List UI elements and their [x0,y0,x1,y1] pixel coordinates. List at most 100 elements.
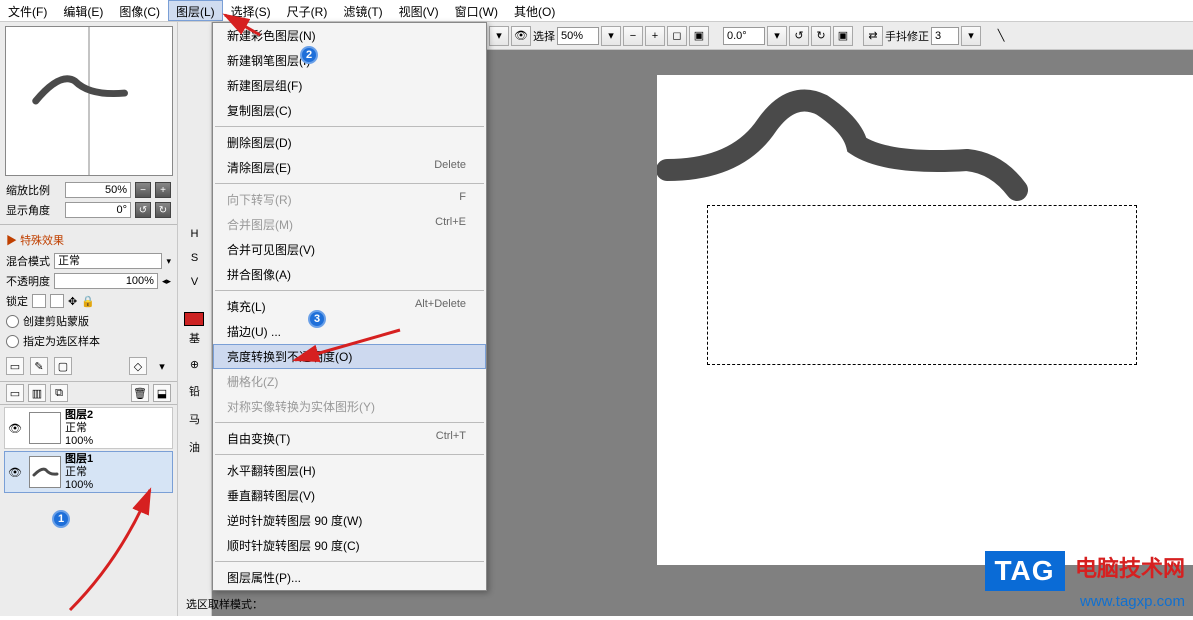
menu-edit[interactable]: 编辑(E) [55,0,111,21]
lock-all-icon[interactable]: 🔒 [81,295,95,308]
badge-2: 2 [300,46,318,64]
zoom-minus-btn[interactable]: − [135,182,151,198]
hsv-h: H [178,222,211,246]
new-layer-icon[interactable]: ▭ [6,357,24,375]
hsv-v: V [178,270,211,294]
annotation-arrow [130,0,270,40]
badge-3: 3 [308,310,326,328]
mid-label-oil: 油 [178,433,211,461]
layer-dup-icon[interactable]: ⧉ [50,384,68,402]
separator [215,561,484,562]
stabilizer-input[interactable] [931,27,959,45]
angle-value[interactable]: 0° [65,202,131,218]
layer-merge-icon[interactable]: ⬓ [153,384,171,402]
zoom-minus[interactable]: − [623,26,643,46]
watermark-url: www.tagxp.com [985,593,1186,610]
menu-other[interactable]: 其他(O) [506,0,563,21]
zoom-ratio-value[interactable]: 50% [65,182,131,198]
mask-icon[interactable]: ▢ [54,357,72,375]
selection-sample-radio[interactable] [6,335,19,348]
foreground-color-swatch[interactable] [184,312,204,326]
lock-transparency-icon[interactable] [32,294,46,308]
select-label: 选择 [533,28,555,44]
zoom-reset[interactable]: ▣ [689,26,709,46]
clip-mask-radio[interactable] [6,315,19,328]
menu-clear-layer[interactable]: 清除图层(E)Delete [213,155,486,180]
lock-pixels-icon[interactable] [50,294,64,308]
menu-new-pen-layer[interactable]: 新建钢笔图层(I) [213,48,486,73]
layer-thumbnail [29,456,61,488]
rotate-ccw-icon[interactable]: ↺ [789,26,809,46]
opacity-value[interactable]: 100% [54,273,158,289]
brush-stroke [657,75,1057,215]
effects-collapser[interactable]: ▶ 特殊效果 [0,229,177,251]
rotate-reset[interactable]: ▣ [833,26,853,46]
annotation-arrow [60,480,200,620]
menu-view[interactable]: 视图(V) [391,0,447,21]
angle-input[interactable] [723,27,765,45]
menu-flatten[interactable]: 拼合图像(A) [213,262,486,287]
visibility-icon[interactable]: 👁 [5,422,25,435]
menu-new-layer-group[interactable]: 新建图层组(F) [213,73,486,98]
menu-flip-v[interactable]: 垂直翻转图层(V) [213,483,486,508]
stabilizer-drop[interactable]: ▾ [961,26,981,46]
menu-merge-visible[interactable]: 合并可见图层(V) [213,237,486,262]
menu-window[interactable]: 窗口(W) [447,0,506,21]
zoom-fit[interactable]: ◻ [667,26,687,46]
menu-free-transform[interactable]: 自由变换(T)Ctrl+T [213,426,486,451]
flip-icon[interactable]: ⇄ [863,26,883,46]
menu-icon[interactable]: ▾ [153,357,171,375]
separator [215,290,484,291]
mid-label-move[interactable]: ⊕ [178,352,211,377]
rotate-cw-icon[interactable]: ↻ [811,26,831,46]
transform-icon[interactable]: ◇ [129,357,147,375]
visibility-icon[interactable]: 👁 [5,466,25,479]
layer-delete-icon[interactable]: 🗑 [131,384,149,402]
zoom-plus[interactable]: + [645,26,665,46]
clip-mask-label: 创建剪贴蒙版 [23,313,89,329]
layer-thumbnail [29,412,61,444]
layer-group-icon[interactable]: ▥ [28,384,46,402]
line-tool-icon[interactable]: ╲ [991,26,1011,46]
layer-new-icon[interactable]: ▭ [6,384,24,402]
menu-merge-layer: 合并图层(M)Ctrl+E [213,212,486,237]
layer-item[interactable]: 👁 图层2 正常 100% [4,407,173,449]
angle-drop[interactable]: ▾ [767,26,787,46]
menu-flip-h[interactable]: 水平翻转图层(H) [213,458,486,483]
menu-rasterize: 栅格化(Z) [213,369,486,394]
selection-marquee [707,205,1137,365]
separator [215,183,484,184]
watermark-tag: TAG [985,551,1065,591]
menu-duplicate-layer[interactable]: 复制图层(C) [213,98,486,123]
separator [215,126,484,127]
watermark: TAG 电脑技术网 www.tagxp.com [985,551,1186,610]
angle-ccw-btn[interactable]: ↺ [135,202,151,218]
eye-icon[interactable]: 👁 [511,26,531,46]
angle-cw-btn[interactable]: ↻ [155,202,171,218]
menu-rotate-cw-90[interactable]: 顺时针旋转图层 90 度(C) [213,533,486,558]
zoom-plus-btn[interactable]: + [155,182,171,198]
zoom-input[interactable] [557,27,599,45]
menu-delete-layer[interactable]: 删除图层(D) [213,130,486,155]
separator [215,454,484,455]
layer-name: 图层2 [65,409,93,422]
canvas[interactable] [657,75,1193,565]
menu-rotate-ccw-90[interactable]: 逆时针旋转图层 90 度(W) [213,508,486,533]
menu-filter[interactable]: 滤镜(T) [335,0,390,21]
layer-menu-dropdown: 新建彩色图层(N) 新建钢笔图层(I) 新建图层组(F) 复制图层(C) 删除图… [212,22,487,591]
menu-file[interactable]: 文件(F) [0,0,55,21]
lock-move-icon[interactable]: ✥ [68,295,77,308]
navigator-thumbnail[interactable] [5,26,173,176]
zoom-drop[interactable]: ▾ [601,26,621,46]
selection-sample-label: 指定为选区样本 [23,333,100,349]
zoom-ratio-label: 缩放比例 [6,182,61,198]
dropdown-btn[interactable]: ▾ [489,26,509,46]
mid-label-marker: 马 [178,405,211,433]
menu-fill[interactable]: 填充(L)Alt+Delete [213,294,486,319]
menu-ruler[interactable]: 尺子(R) [279,0,336,21]
layer-mode: 正常 [65,422,93,435]
new-pen-layer-icon[interactable]: ✎ [30,357,48,375]
stabilizer-label: 手抖修正 [885,28,929,44]
menu-layer-properties[interactable]: 图层属性(P)... [213,565,486,590]
blend-mode-combo[interactable]: 正常 [54,253,162,269]
